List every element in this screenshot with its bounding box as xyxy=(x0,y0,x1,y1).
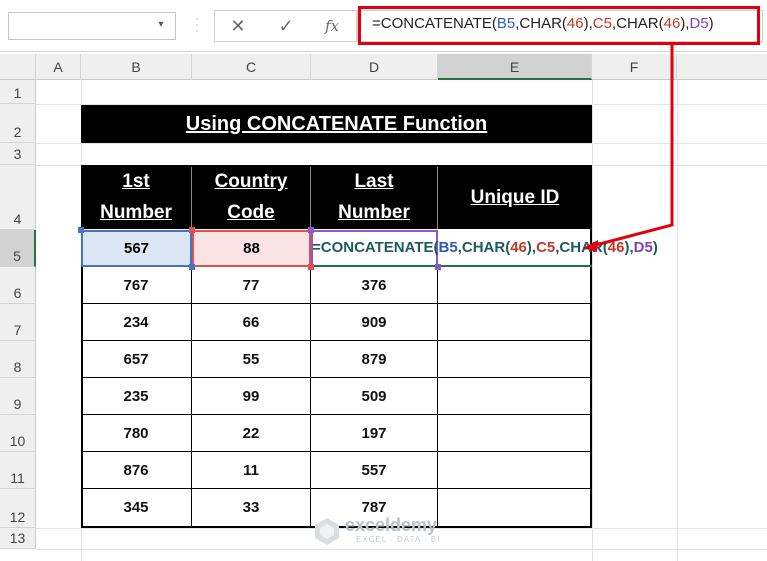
callout-arrow xyxy=(583,44,674,252)
exceldemy-logo-icon xyxy=(315,518,339,545)
watermark-name: exceldemy xyxy=(345,515,438,535)
watermark-tagline: EXCEL · DATA · BI xyxy=(356,535,441,544)
